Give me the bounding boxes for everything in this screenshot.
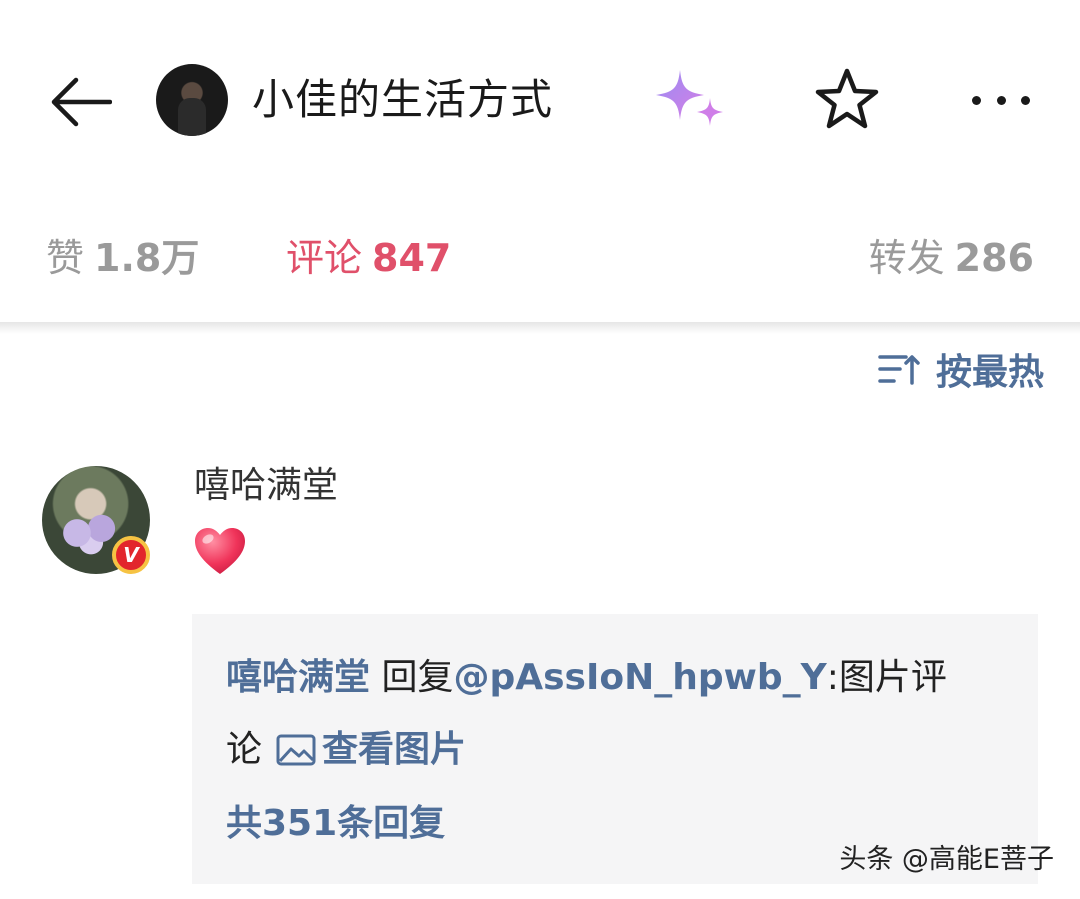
more-dot	[972, 95, 981, 105]
author-avatar[interactable]	[156, 64, 228, 136]
top-bar: 小佳的生活方式	[0, 0, 1080, 195]
view-image-label: 查看图片	[322, 729, 467, 770]
comments-label: 评论	[286, 236, 363, 280]
reply-line: 嘻哈满堂 回复@pAssIoN_hpwb_Y:图片评	[226, 650, 947, 706]
reposts-count: 286	[954, 236, 1034, 280]
watermark: 头条 @高能E菩子	[839, 844, 1054, 875]
comment-author[interactable]: 嘻哈满堂	[194, 458, 338, 514]
reply-line: 论 查看图片	[226, 722, 466, 778]
more-dot	[1021, 95, 1030, 105]
more-icon[interactable]	[966, 80, 1036, 120]
reply-text: :图片评	[826, 657, 947, 698]
likes-label: 赞	[46, 236, 85, 280]
reply-author-link[interactable]: 嘻哈满堂	[226, 657, 370, 698]
sort-icon	[878, 355, 920, 385]
page-title[interactable]: 小佳的生活方式	[252, 72, 553, 128]
back-button[interactable]	[40, 62, 120, 142]
mention-link[interactable]: @pAssIoN_hpwb_Y	[453, 657, 826, 698]
reply-verb: 回复	[370, 657, 454, 698]
sort-button[interactable]: 按最热	[878, 342, 1044, 396]
star-icon[interactable]	[812, 64, 882, 134]
heart-icon	[195, 528, 245, 574]
back-arrow-icon	[51, 77, 112, 127]
reply-text: 论	[226, 729, 263, 770]
verified-badge: V	[112, 536, 150, 574]
reposts-label: 转发	[868, 236, 945, 280]
reply-line: 共351条回复	[226, 796, 445, 852]
tab-comments[interactable]: 评论 847	[286, 230, 451, 286]
stats-tabs: 赞 1.8万 评论 847 转发 286	[0, 220, 1080, 300]
tab-likes[interactable]: 赞 1.8万	[46, 230, 199, 286]
more-dot	[996, 95, 1006, 105]
divider-shadow	[0, 322, 1080, 334]
likes-count: 1.8万	[94, 236, 200, 280]
tab-reposts[interactable]: 转发 286	[869, 230, 1034, 286]
view-image-link[interactable]: 查看图片	[262, 729, 466, 770]
comments-count: 847	[372, 236, 452, 280]
sort-label: 按最热	[935, 352, 1044, 393]
more-replies-link[interactable]: 共351条回复	[226, 803, 445, 844]
image-icon	[276, 734, 316, 766]
sparkle-icon[interactable]	[650, 66, 730, 136]
